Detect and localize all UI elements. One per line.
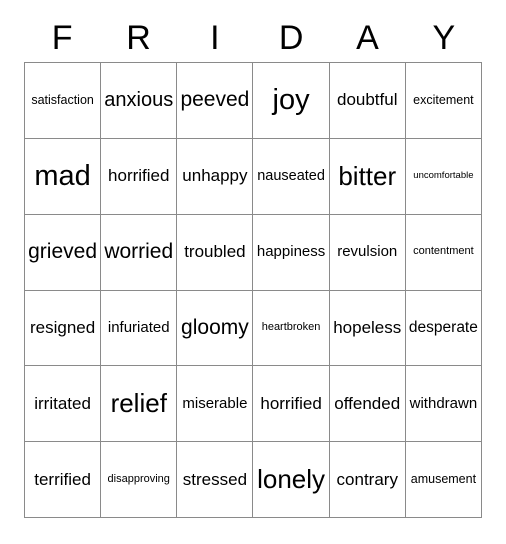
bingo-cell-label: horrified — [260, 393, 322, 413]
bingo-cell-label: lonely — [257, 463, 326, 494]
bingo-cell-label: mad — [34, 160, 91, 193]
bingo-cell-label: worried — [104, 240, 174, 264]
bingo-cell-label: relief — [110, 388, 167, 419]
bingo-cell[interactable]: withdrawn — [405, 366, 482, 443]
bingo-cell[interactable]: heartbroken — [253, 290, 330, 367]
bingo-cell-label: offended — [334, 393, 401, 413]
bingo-cell-label: uncomfortable — [413, 170, 474, 182]
bingo-cell-label: satisfaction — [31, 92, 94, 107]
bingo-cell[interactable]: horrified — [101, 138, 178, 215]
bingo-cell-label: terrified — [34, 469, 91, 489]
bingo-cell-label: contentment — [413, 245, 474, 258]
bingo-cell-label: troubled — [184, 242, 246, 262]
bingo-grid: satisfaction anxious peeved joy doubtful exci… — [24, 62, 482, 518]
bingo-cell-label: grieved — [28, 240, 98, 264]
bingo-cell[interactable]: offended — [329, 366, 406, 443]
bingo-cell-label: resigned — [29, 317, 96, 337]
bingo-cell[interactable]: grieved — [25, 214, 102, 291]
bingo-cell[interactable]: joy — [253, 63, 330, 139]
bingo-cell[interactable]: contrary — [329, 442, 406, 518]
bingo-cell-label: nauseated — [257, 167, 325, 184]
bingo-cell[interactable]: bitter — [329, 138, 406, 215]
bingo-cell[interactable]: infuriated — [101, 290, 178, 367]
bingo-cell[interactable]: anxious — [101, 63, 178, 139]
bingo-cell[interactable]: lonely — [253, 442, 330, 518]
bingo-cell-label: disapproving — [107, 472, 170, 485]
bingo-cell-label: joy — [272, 84, 310, 117]
bingo-cell[interactable]: stressed — [177, 442, 254, 518]
bingo-cell-label: peeved — [180, 88, 250, 112]
bingo-cell-label: amusement — [410, 472, 477, 487]
bingo-cell[interactable]: worried — [101, 214, 178, 291]
bingo-cell[interactable]: horrified — [253, 366, 330, 443]
bingo-cell[interactable]: disapproving — [101, 442, 178, 518]
header-letter-6: Y — [432, 19, 456, 57]
bingo-cell-label: desperate — [408, 318, 478, 336]
bingo-cell[interactable]: troubled — [177, 214, 254, 291]
bingo-cell[interactable]: revulsion — [329, 214, 406, 291]
bingo-cell[interactable]: relief — [101, 366, 178, 443]
bingo-cell[interactable]: peeved — [177, 63, 254, 139]
bingo-cell-label: heartbroken — [261, 321, 321, 334]
header-letter-3: I — [210, 19, 220, 57]
bingo-cell[interactable]: excitement — [405, 63, 482, 139]
bingo-cell[interactable]: hopeless — [329, 290, 406, 367]
bingo-cell[interactable]: unhappy — [177, 138, 254, 215]
bingo-cell[interactable]: resigned — [25, 290, 102, 367]
bingo-cell[interactable]: mad — [25, 138, 102, 215]
bingo-cell[interactable]: amusement — [405, 442, 482, 518]
bingo-cell-label: happiness — [256, 243, 326, 261]
bingo-cell[interactable]: doubtful — [329, 63, 406, 139]
bingo-cell[interactable]: gloomy — [177, 290, 254, 367]
bingo-cell-label: stressed — [182, 469, 248, 489]
bingo-cell-label: contrary — [336, 469, 398, 489]
bingo-cell[interactable]: desperate — [405, 290, 482, 367]
bingo-cell-label: bitter — [338, 160, 397, 191]
bingo-cell[interactable]: nauseated — [253, 138, 330, 215]
bingo-cell-label: hopeless — [333, 317, 402, 337]
header-letter-1: F — [51, 19, 73, 57]
bingo-cell-label: infuriated — [107, 319, 170, 337]
bingo-card: F R I D A Y satisfaction anxious peeved joy… — [0, 0, 506, 544]
header-letter-5: A — [356, 19, 379, 57]
bingo-header-row: F R I D A Y — [24, 14, 482, 62]
bingo-cell[interactable]: satisfaction — [25, 63, 102, 139]
bingo-cell-label: withdrawn — [409, 394, 478, 412]
bingo-cell-label: unhappy — [182, 166, 248, 186]
bingo-cell-label: miserable — [182, 394, 248, 412]
bingo-cell[interactable]: terrified — [25, 442, 102, 518]
header-letter-4: D — [278, 19, 304, 57]
bingo-cell[interactable]: irritated — [25, 366, 102, 443]
bingo-cell-label: doubtful — [336, 90, 398, 110]
header-letter-2: R — [126, 19, 151, 57]
bingo-cell[interactable]: uncomfortable — [405, 138, 482, 215]
bingo-cell-label: excitement — [413, 92, 474, 107]
bingo-cell-label: irritated — [34, 393, 91, 413]
bingo-cell[interactable]: contentment — [405, 214, 482, 291]
bingo-cell-label: gloomy — [181, 315, 249, 339]
bingo-cell-label: anxious — [104, 88, 174, 111]
bingo-cell-label: revulsion — [337, 243, 398, 261]
bingo-cell[interactable]: miserable — [177, 366, 254, 443]
bingo-cell-label: horrified — [108, 166, 170, 186]
bingo-cell[interactable]: happiness — [253, 214, 330, 291]
